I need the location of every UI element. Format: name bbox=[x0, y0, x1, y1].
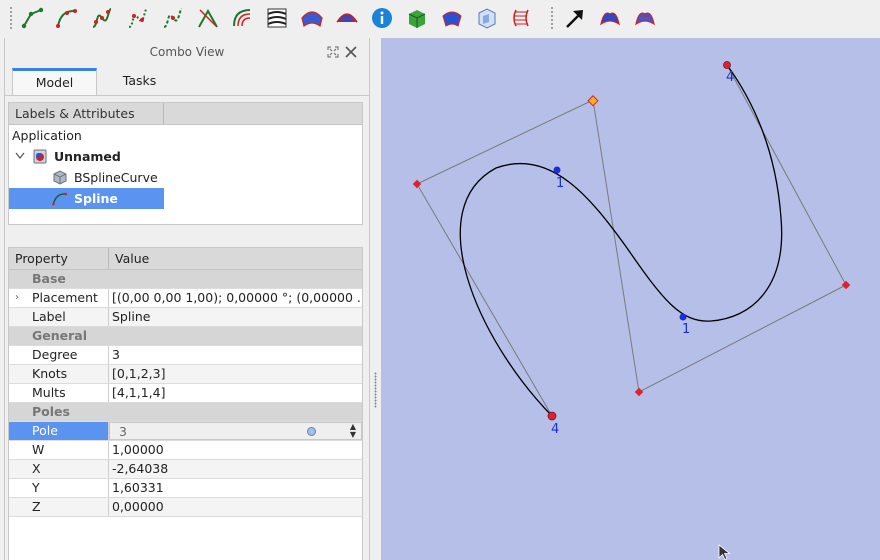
chevron-down-icon[interactable] bbox=[15, 152, 25, 160]
document-icon bbox=[33, 149, 47, 164]
knot-marker[interactable] bbox=[553, 166, 561, 174]
document-label: Unnamed bbox=[54, 149, 121, 164]
tree-item-spline[interactable]: Spline bbox=[9, 188, 164, 209]
pole-marker[interactable] bbox=[634, 387, 644, 397]
knot-label: 4 bbox=[726, 70, 734, 85]
pole-marker-selected[interactable] bbox=[587, 95, 599, 107]
surface-filling-icon[interactable] bbox=[333, 5, 361, 31]
bspline-weights-icon[interactable] bbox=[124, 5, 152, 31]
bspline-poles-icon[interactable] bbox=[19, 5, 47, 31]
surface-sections-icon[interactable] bbox=[596, 5, 624, 31]
knot-label: 1 bbox=[682, 322, 690, 337]
toolbar-grip[interactable] bbox=[9, 6, 13, 30]
panel-splitter[interactable] bbox=[374, 372, 377, 408]
float-icon[interactable] bbox=[327, 46, 339, 58]
tree-section-application[interactable]: Application bbox=[9, 125, 362, 146]
arc-icon[interactable] bbox=[194, 5, 222, 31]
ruled-icon[interactable] bbox=[508, 5, 536, 31]
spin-down-icon[interactable]: ▼ bbox=[347, 431, 359, 439]
knot-label: 1 bbox=[556, 176, 564, 191]
header-value[interactable]: Value bbox=[115, 248, 149, 269]
model-tree: Labels & Attributes Application Unnamed … bbox=[8, 102, 363, 225]
prop-row-z[interactable]: Z 0,00000 bbox=[9, 498, 362, 517]
3d-viewport[interactable]: 4 1 1 4 bbox=[381, 38, 880, 560]
group-poles[interactable]: Poles bbox=[9, 403, 362, 422]
close-icon[interactable] bbox=[345, 46, 357, 58]
bspline-increase-icon[interactable] bbox=[159, 5, 187, 31]
zebra-icon[interactable] bbox=[263, 5, 291, 31]
info-icon[interactable] bbox=[368, 5, 396, 31]
mouse-cursor-icon bbox=[718, 544, 731, 560]
prop-row-placement[interactable]: › Placement [(0,00 0,00 1,00); 0,00000 °… bbox=[9, 289, 362, 308]
endpoint-marker[interactable] bbox=[723, 61, 731, 69]
pointer-icon[interactable] bbox=[561, 5, 589, 31]
spin-arrows[interactable]: ▲ ▼ bbox=[347, 423, 359, 441]
group-general[interactable]: General bbox=[9, 327, 362, 346]
property-table: Property Value Base › Placement [(0,00 0… bbox=[8, 247, 363, 560]
header-property[interactable]: Property bbox=[9, 248, 109, 269]
bspline-knots-icon[interactable] bbox=[88, 5, 116, 31]
spline-icon bbox=[52, 192, 67, 206]
tree-header-labels[interactable]: Labels & Attributes bbox=[9, 103, 164, 124]
prop-row-w[interactable]: W 1,00000 bbox=[9, 441, 362, 460]
knot-marker[interactable] bbox=[679, 313, 687, 321]
pole-marker[interactable] bbox=[841, 280, 851, 290]
tab-tasks[interactable]: Tasks bbox=[97, 68, 182, 96]
endpoint-marker[interactable] bbox=[547, 411, 557, 421]
expression-icon[interactable] bbox=[307, 427, 316, 436]
property-header: Property Value bbox=[9, 248, 362, 270]
surface-extend-icon[interactable] bbox=[438, 5, 466, 31]
knot-label: 4 bbox=[551, 422, 559, 437]
combo-tabs: Model Tasks bbox=[12, 68, 182, 96]
prop-row-y[interactable]: Y 1,60331 bbox=[9, 479, 362, 498]
toolbar bbox=[0, 0, 880, 38]
prop-row-pole[interactable]: Pole 3 ▲ ▼ bbox=[9, 422, 362, 441]
section-icon[interactable] bbox=[473, 5, 501, 31]
pole-spinbox-value: 3 bbox=[119, 424, 127, 439]
sketch-canvas[interactable]: 4 1 1 4 bbox=[381, 38, 880, 560]
bspline-degree-icon[interactable] bbox=[53, 5, 81, 31]
tree-item-bsplinecurve[interactable]: BSplineCurve bbox=[9, 167, 362, 188]
prop-row-knots[interactable]: Knots [0,1,2,3] bbox=[9, 365, 362, 384]
pole-spinbox[interactable]: 3 ▲ ▼ bbox=[109, 422, 362, 440]
combo-view-title: Combo View bbox=[149, 45, 225, 59]
prop-row-degree[interactable]: Degree 3 bbox=[9, 346, 362, 365]
bspline-curve[interactable] bbox=[459, 64, 783, 417]
tab-model[interactable]: Model bbox=[12, 68, 97, 96]
surface-icon[interactable] bbox=[298, 5, 326, 31]
prop-row-mults[interactable]: Mults [4,1,1,4] bbox=[9, 384, 362, 403]
pole-marker[interactable] bbox=[412, 179, 422, 189]
tree-item-document[interactable]: Unnamed bbox=[9, 146, 362, 167]
combo-view: Combo View Model Tasks Labels & Attribut… bbox=[0, 38, 371, 560]
tree-header: Labels & Attributes bbox=[9, 103, 362, 125]
prop-row-label[interactable]: Label Spline bbox=[9, 308, 362, 327]
prop-row-x[interactable]: X -2,64038 bbox=[9, 460, 362, 479]
group-base[interactable]: Base bbox=[9, 270, 362, 289]
ruled-surface-icon[interactable] bbox=[228, 5, 256, 31]
surface-blend-icon[interactable] bbox=[631, 5, 659, 31]
box-icon[interactable] bbox=[403, 5, 431, 31]
toolbar-grip-2[interactable] bbox=[550, 6, 554, 30]
part-icon bbox=[53, 170, 67, 185]
